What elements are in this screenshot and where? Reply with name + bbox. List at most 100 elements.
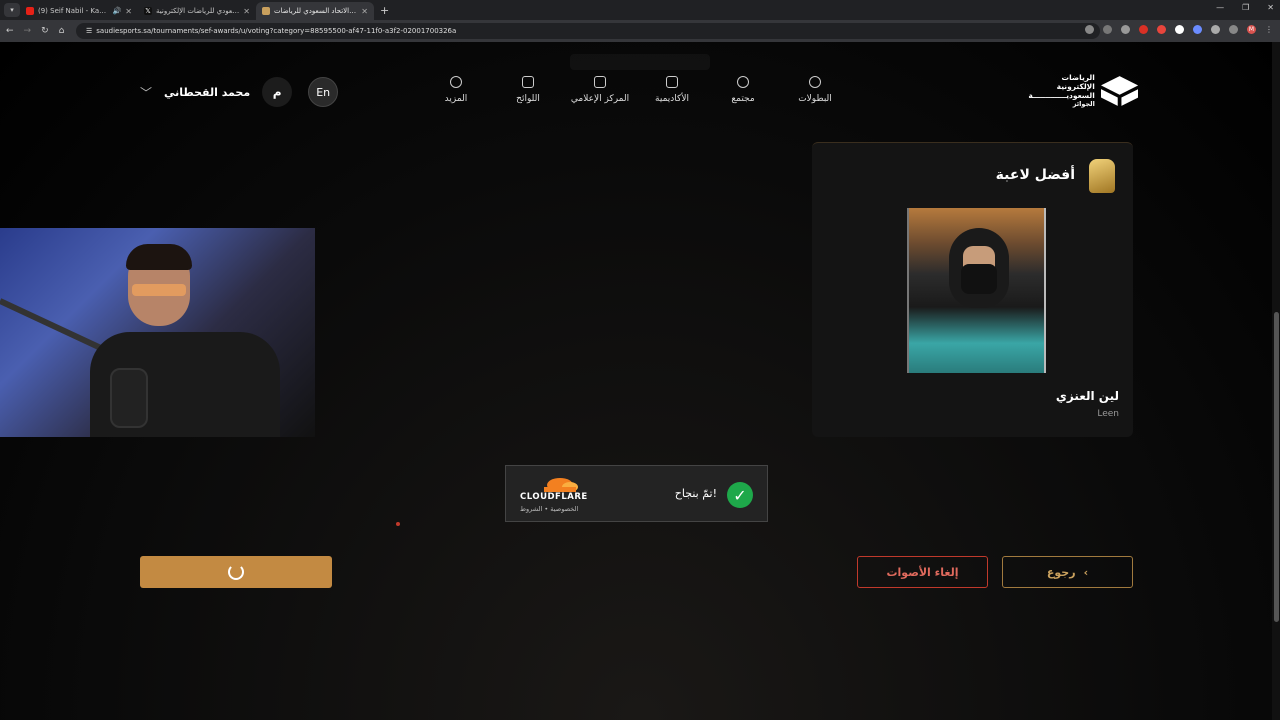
nav-label: مجتمع [731,94,755,104]
extensions-bar: M ⋮ [1085,25,1274,34]
profile-avatar[interactable]: M [1247,25,1256,34]
captcha-success-text: تمّ بنجاح! [674,487,717,500]
nav-community[interactable]: مجتمع [708,76,778,104]
media-icon [594,76,606,88]
category-title: أفضل لاعبة [995,167,1075,183]
chevron-down-icon[interactable]: ﹀ [140,84,152,101]
cloud-icon [544,478,578,492]
webcam-overlay [0,228,315,437]
tab-title: الاتحاد السعودي للرياضات الإلكترونية [156,7,239,15]
nav-label: البطولات [798,94,832,104]
window-controls: — ❐ ✕ [1216,3,1274,12]
audio-icon: 🔊 [112,7,122,15]
extension-icon[interactable] [1157,25,1166,34]
nav-rules[interactable]: اللوائح [493,76,563,104]
logo-line: السعوديـــــــــــــة [1028,91,1095,100]
browser-tab[interactable]: 𝕏 الاتحاد السعودي للرياضات الإلكترونية ✕ [138,2,256,20]
youtube-icon [26,7,34,15]
nav-media-center[interactable]: المركز الإعلامي [565,76,635,104]
nav-label: الأكاديمية [655,94,689,104]
community-icon [737,76,749,88]
extension-icon[interactable] [1121,25,1130,34]
info-icon [450,76,462,88]
cloudflare-logo[interactable]: CLOUDFLARE الخصوصية • الشروط [520,476,588,513]
site-logo[interactable]: الرياضات الإلكترونية السعوديــــــــــــ… [1026,73,1138,109]
nav-tournaments[interactable]: البطولات [780,76,850,104]
address-bar[interactable]: ☰ saudiesports.sa/tournaments/sef-awards… [76,23,1100,39]
streamer-hair [126,244,192,270]
photo-subject [949,228,1009,308]
browser-tab[interactable]: (9) Seif Nabil - Kabi Youm 🔊 ✕ [20,2,138,20]
nav-label: المزيد [444,94,468,104]
browser-toolbar: ← → ↻ ⌂ ☰ saudiesports.sa/tournaments/se… [0,20,1280,42]
bookmark-icon[interactable] [1103,25,1112,34]
logo-mark-icon [1100,76,1138,106]
microphone [110,368,148,428]
nav-academy[interactable]: الأكاديمية [637,76,707,104]
extension-icon[interactable] [1175,25,1184,34]
extension-icon[interactable] [1139,25,1148,34]
nominee-name: لين العنزي [1055,389,1119,403]
forward-icon[interactable]: → [24,26,32,36]
logo-text: الرياضات الإلكترونية السعوديــــــــــــ… [1026,73,1095,109]
cancel-votes-label: إلغاء الأصوات [886,565,959,579]
site-info-icon[interactable]: ☰ [86,27,92,35]
restore-icon[interactable]: ❐ [1242,3,1249,12]
cloudflare-brand: CLOUDFLARE [520,492,588,502]
nav-label: المركز الإعلامي [570,94,630,104]
tab-title: (9) Seif Nabil - Kabi Youm [38,7,109,15]
academy-icon [666,76,678,88]
nominee-photo [907,208,1046,373]
page-scrollbar[interactable] [1272,42,1280,720]
chevron-left-icon: ‹ [1083,565,1089,579]
home-icon[interactable]: ⌂ [59,26,65,36]
language-toggle[interactable]: En [308,77,339,107]
captcha-widget[interactable]: ✓ تمّ بنجاح! CLOUDFLARE الخصوصية • الشرو… [505,465,768,522]
captcha-links[interactable]: الخصوصية • الشروط [520,505,588,513]
site-icon [262,7,270,15]
page-banner-faded [570,54,710,70]
close-window-icon[interactable]: ✕ [1267,3,1274,12]
rules-icon [522,76,534,88]
gamepad-icon [809,76,821,88]
cancel-votes-button[interactable]: إلغاء الأصوات [857,556,988,588]
back-icon[interactable]: ← [6,26,14,36]
zoom-icon[interactable] [1085,25,1094,34]
photo-mask [961,264,997,294]
scroll-thumb[interactable] [1274,312,1279,622]
sidebar-icon[interactable] [1229,25,1238,34]
back-button[interactable]: رجوع ‹ [1002,556,1133,588]
reload-icon[interactable]: ↻ [41,26,49,36]
spinner-icon [228,564,244,580]
avatar[interactable]: م [262,77,293,107]
new-tab-icon[interactable]: + [380,4,389,17]
logo-line: الرياضات الإلكترونية [1056,73,1095,91]
minimize-icon[interactable]: — [1216,3,1224,12]
puzzle-icon[interactable] [1211,25,1220,34]
back-label: رجوع [1046,565,1076,579]
check-icon: ✓ [727,482,753,508]
user-name: محمد القحطاني [164,85,251,99]
streamer-glasses [132,284,186,296]
extension-icon[interactable] [1193,25,1202,34]
tab-search-button[interactable]: ▾ [4,3,20,17]
nominee-handle: Leen [1097,409,1119,419]
nav-label: اللوائح [516,94,540,104]
browser-tab-strip: ▾ (9) Seif Nabil - Kabi Youm 🔊 ✕ 𝕏 الاتح… [0,0,1280,20]
nominee-card[interactable]: أفضل لاعبة لين العنزي Leen [812,142,1133,437]
submit-vote-button[interactable] [140,556,332,588]
tab-title: جوائز الاتحاد السعودي للرياضات [274,7,358,15]
close-tab-icon[interactable]: ✕ [125,7,132,16]
user-menu[interactable]: ﹀ محمد القحطاني م En [140,77,339,107]
trophy-icon [1089,159,1115,193]
page: الرياضات الإلكترونية السعوديــــــــــــ… [0,42,1280,720]
browser-tab-active[interactable]: جوائز الاتحاد السعودي للرياضات ✕ [256,2,374,20]
nav-more[interactable]: المزيد [421,76,491,104]
menu-icon[interactable]: ⋮ [1265,25,1274,34]
close-tab-icon[interactable]: ✕ [243,7,250,16]
cursor-dot [396,522,400,526]
logo-line: الجوائز [1072,100,1095,108]
close-tab-icon[interactable]: ✕ [361,7,368,16]
url-text: saudiesports.sa/tournaments/sef-awards/u… [96,27,457,35]
x-icon: 𝕏 [144,7,152,15]
